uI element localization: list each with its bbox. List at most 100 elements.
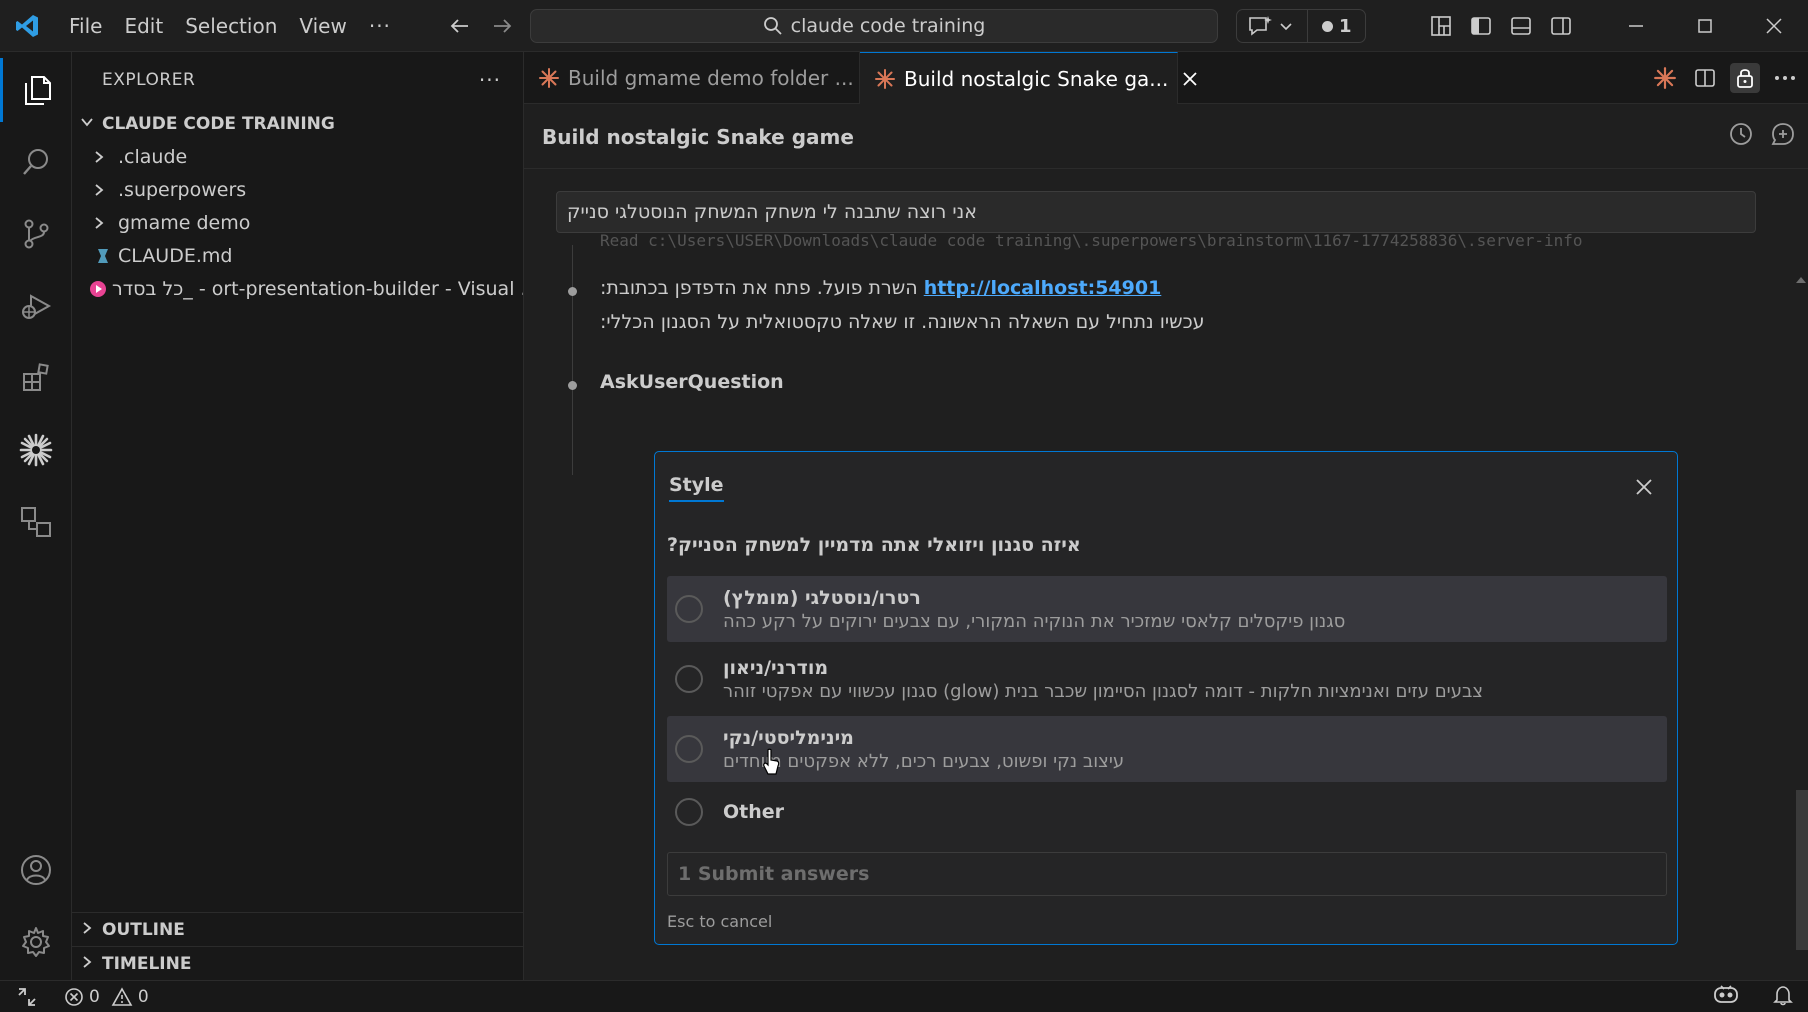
account-icon[interactable] <box>0 838 72 902</box>
claude-sparkle-icon[interactable] <box>1650 63 1680 93</box>
extensions-icon[interactable] <box>0 346 72 410</box>
markdown-file-icon <box>92 247 114 265</box>
lock-icon[interactable] <box>1730 63 1760 93</box>
option-description: סגנון פיקסלים קלאסי שמזכיר את הנוקיה המק… <box>723 610 1346 632</box>
menu-file[interactable]: File <box>58 0 113 52</box>
option-label: Other <box>723 801 785 823</box>
tree-item-label: CLAUDE.md <box>118 244 233 267</box>
tree-item-label: .claude <box>118 145 188 168</box>
warning-icon <box>111 986 133 1006</box>
option-retro[interactable]: רטרו/נוסטלגי (מומלץ) סגנון פיקסלים קלאסי… <box>667 576 1667 642</box>
ask-user-question-dialog: Style איזה סגנון ויזואלי אתה מדמיין למשח… <box>654 451 1678 945</box>
tree-folder-gmame-demo[interactable]: gmame demo <box>72 206 523 239</box>
tab-build-snake-game[interactable]: Build nostalgic Snake ga... <box>860 52 1197 104</box>
tree-folder-claude[interactable]: .claude <box>72 140 523 173</box>
tab-label: Build gmame demo folder ... <box>568 66 854 90</box>
search-icon <box>763 17 782 35</box>
remote-explorer-icon[interactable] <box>0 490 72 554</box>
menu-view[interactable]: View <box>288 0 357 52</box>
message-bullet <box>568 287 577 296</box>
toggle-secondary-sidebar-icon[interactable] <box>1541 0 1581 52</box>
sidebar-more-button[interactable]: ··· <box>479 68 501 92</box>
tree-file-claude-md[interactable]: CLAUDE.md <box>72 239 523 272</box>
claude-sparkle-icon[interactable] <box>0 418 72 482</box>
user-prompt-bubble: אני רוצה שתבנה לי משחק המשחק הנוסטלגי סנ… <box>556 191 1756 233</box>
tool-call-label: AskUserQuestion <box>600 371 784 393</box>
warning-count: 0 <box>137 986 149 1007</box>
chevron-right-icon <box>92 183 114 197</box>
option-minimalist[interactable]: מינימליסטי/נקי עיצוב נקי ופשוט, צבעים רכ… <box>667 716 1667 782</box>
back-arrow-icon[interactable] <box>446 12 474 40</box>
chat-toggle-button[interactable]: 1 <box>1236 9 1366 43</box>
tab-label: Build nostalgic Snake ga... <box>904 66 1169 91</box>
history-clock-icon[interactable] <box>1728 121 1754 152</box>
customize-layout-icon[interactable] <box>1421 0 1461 52</box>
explorer-icon[interactable] <box>0 58 72 122</box>
radio-button[interactable] <box>675 798 703 826</box>
option-label: מודרני/ניאון <box>723 656 829 679</box>
dialog-tab-style[interactable]: Style <box>669 474 724 502</box>
minimize-button[interactable] <box>1601 0 1670 52</box>
notifications-bell-icon[interactable] <box>1772 984 1794 1011</box>
minimize-icon <box>1628 25 1643 27</box>
sidebar-title: EXPLORER <box>102 70 196 90</box>
server-link[interactable]: http://localhost:54901 <box>924 277 1162 299</box>
split-editor-icon[interactable] <box>1690 63 1720 93</box>
server-message-prefix: השרת פועל. פתח את הדפדפן בכתובת: <box>600 277 918 299</box>
submit-answers-button[interactable]: 1 Submit answers <box>667 852 1667 896</box>
read-tool-line: Read c:\Users\USER\Downloads\claude code… <box>600 231 1583 250</box>
server-message-line: השרת פועל. פתח את הדפדפן בכתובת: http://… <box>600 277 1161 299</box>
tree-item-label: gmame demo <box>118 211 251 234</box>
question-text: איזה סגנון ויזואלי אתה מדמיין למשחק הסני… <box>667 534 1081 556</box>
claude-sparkle-icon <box>874 68 896 90</box>
outline-section[interactable]: OUTLINE <box>72 912 524 946</box>
menu-more-button[interactable]: ··· <box>358 0 402 52</box>
explorer-sidebar: EXPLORER ··· CLAUDE CODE TRAINING .claud… <box>72 52 524 980</box>
copilot-icon[interactable] <box>1712 984 1740 1011</box>
new-chat-icon[interactable] <box>1770 121 1796 152</box>
timeline-section[interactable]: TIMELINE <box>72 946 524 980</box>
close-icon[interactable] <box>1182 71 1198 87</box>
editor-tabs: Build gmame demo folder ... Build nostal… <box>524 52 1808 104</box>
settings-gear-icon[interactable] <box>0 910 72 974</box>
menu-edit[interactable]: Edit <box>113 0 174 52</box>
forward-arrow-icon[interactable] <box>488 12 516 40</box>
more-actions-icon[interactable] <box>1770 63 1800 93</box>
option-other[interactable]: Other <box>667 786 1667 838</box>
timeline-label: TIMELINE <box>102 953 192 974</box>
scroll-up-arrow-icon[interactable] <box>1794 275 1808 285</box>
toggle-primary-sidebar-icon[interactable] <box>1461 0 1501 52</box>
close-window-button[interactable] <box>1739 0 1808 52</box>
run-debug-icon[interactable] <box>0 274 72 338</box>
dialog-close-button[interactable] <box>1631 474 1657 500</box>
maximize-icon <box>1697 19 1712 33</box>
claude-sparkle-icon <box>538 67 560 89</box>
option-list: רטרו/נוסטלגי (מומלץ) סגנון פיקסלים קלאסי… <box>667 576 1667 842</box>
option-modern-neon[interactable]: מודרני/ניאון צבעים עזים ואנימציות חלקות … <box>667 646 1667 712</box>
maximize-button[interactable] <box>1670 0 1739 52</box>
problems-indicator[interactable]: 0 0 <box>64 987 149 1007</box>
radio-button[interactable] <box>675 595 703 623</box>
dot-icon <box>1322 20 1333 32</box>
tree-link-presentation[interactable]: כל בסדר_ - ort-presentation-builder - Vi… <box>72 272 523 305</box>
option-description: עיצוב נקי ופשוט, צבעים רכים, ללא אפקטים … <box>723 750 1125 772</box>
search-text: claude code training <box>790 15 986 37</box>
tree-item-label: .superpowers <box>118 178 247 201</box>
source-control-icon[interactable] <box>0 202 72 266</box>
tab-build-gmame-demo[interactable]: Build gmame demo folder ... <box>524 52 860 104</box>
remote-indicator-icon[interactable] <box>0 981 54 1012</box>
chat-sparkle-icon <box>1249 16 1272 36</box>
chevron-down-icon <box>80 114 94 134</box>
close-icon <box>1765 18 1782 34</box>
radio-button[interactable] <box>675 665 703 693</box>
chevron-right-icon <box>92 216 114 230</box>
tree-folder-superpowers[interactable]: .superpowers <box>72 173 523 206</box>
scroll-thumb[interactable] <box>1796 790 1808 950</box>
toggle-panel-icon[interactable] <box>1501 0 1541 52</box>
workspace-root[interactable]: CLAUDE CODE TRAINING <box>72 108 523 140</box>
radio-button[interactable] <box>675 735 703 763</box>
menu-selection[interactable]: Selection <box>174 0 288 52</box>
command-center-search[interactable]: claude code training <box>530 9 1218 43</box>
search-view-icon[interactable] <box>0 130 72 194</box>
option-label: מינימליסטי/נקי <box>723 726 854 749</box>
